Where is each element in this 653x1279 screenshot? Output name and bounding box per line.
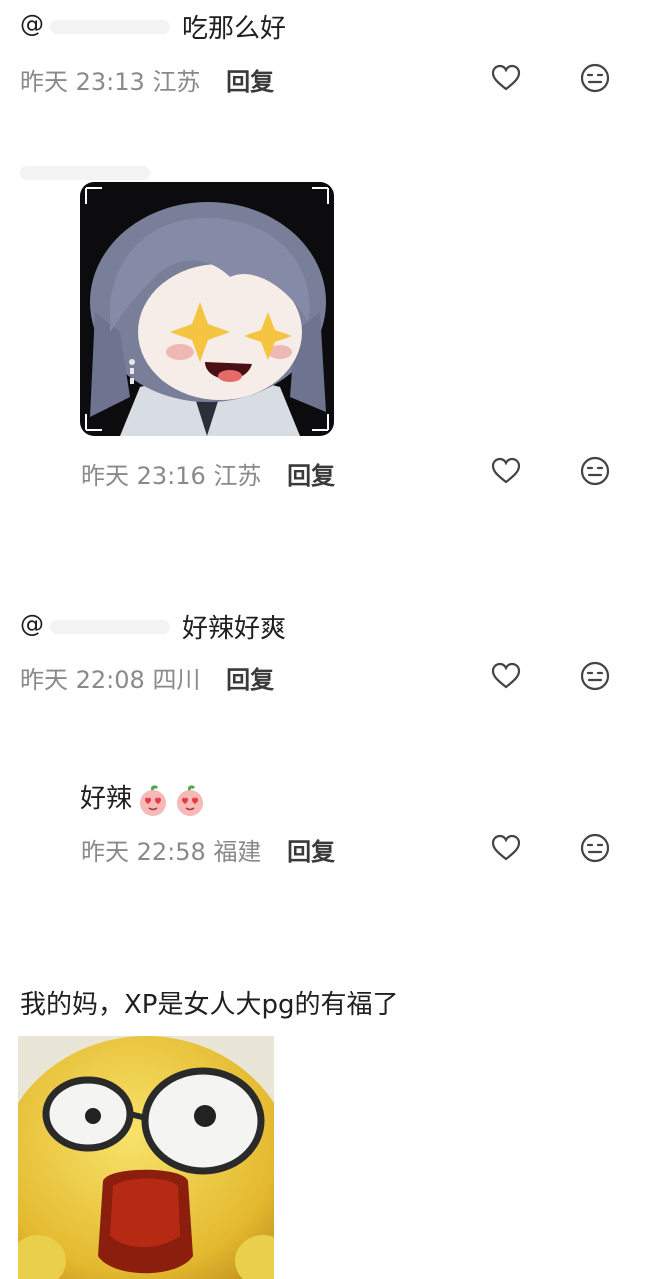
neutral-face-icon [580,833,610,863]
shocked-yellow-face-sticker[interactable] [18,1036,274,1279]
comment-text: 好辣 [80,784,133,814]
comment-time: 昨天 22:08 [20,666,145,694]
like-button[interactable] [489,61,523,95]
comment-meta: 昨天 23:13 江苏 回复 [20,62,274,97]
heart-outline-icon [491,457,521,484]
comment-time: 昨天 22:58 [81,838,206,866]
reply-username-blurred[interactable] [20,166,150,180]
like-button[interactable] [489,454,523,488]
dislike-button[interactable] [578,659,612,693]
comment-location: 福建 [213,838,262,866]
comment-5: 我的妈，XP是女人大pg的有福了 [0,970,653,1279]
like-button[interactable] [489,659,523,693]
reply-button[interactable]: 回复 [287,462,335,490]
comment-text: 好辣好爽 [182,614,287,644]
heart-eyes-peach-emoji [137,784,169,821]
comment-3: @ 好辣好爽 昨天 22:08 四川 回复 [0,600,653,710]
comment-4: 好辣 昨天 22:58 福建 回复 [0,770,653,880]
neutral-face-icon [580,63,610,93]
comment-meta: 昨天 22:08 四川 回复 [20,660,274,695]
comment-time: 昨天 23:13 [20,68,145,96]
anime-girl-star-eyes-sticker[interactable] [80,182,334,436]
heart-outline-icon [491,834,521,861]
comment-location: 四川 [152,666,201,694]
shocked-face-illustration [18,1036,274,1279]
dislike-button[interactable] [578,831,612,865]
heart-outline-icon [491,662,521,689]
dislike-button[interactable] [578,454,612,488]
comment-time: 昨天 23:16 [81,462,206,490]
neutral-face-icon [580,661,610,691]
mention-username-blurred[interactable] [50,620,170,634]
neutral-face-icon [580,456,610,486]
comment-text: 吃那么好 [182,14,287,44]
like-button[interactable] [489,831,523,865]
mention-symbol[interactable]: @ [20,610,44,638]
comment-meta: 昨天 23:16 江苏 回复 [81,456,335,491]
heart-eyes-peach-emoji [174,784,206,821]
comment-text: 我的妈，XP是女人大pg的有福了 [20,990,399,1020]
comment-location: 江苏 [152,68,201,96]
mention-symbol[interactable]: @ [20,10,44,38]
reply-button[interactable]: 回复 [226,666,274,694]
reply-button[interactable]: 回复 [226,68,274,96]
mention-username-blurred[interactable] [50,20,170,34]
comment-location: 江苏 [213,462,262,490]
comment-content: 好辣 [80,778,206,821]
comment-2: 昨天 23:16 江苏 回复 [0,150,653,500]
dislike-button[interactable] [578,61,612,95]
comment-1: @ 吃那么好 昨天 23:13 江苏 回复 [0,0,653,110]
anime-girl-illustration [85,187,329,436]
comment-meta: 昨天 22:58 福建 回复 [81,832,335,867]
heart-outline-icon [491,64,521,91]
reply-button[interactable]: 回复 [287,838,335,866]
